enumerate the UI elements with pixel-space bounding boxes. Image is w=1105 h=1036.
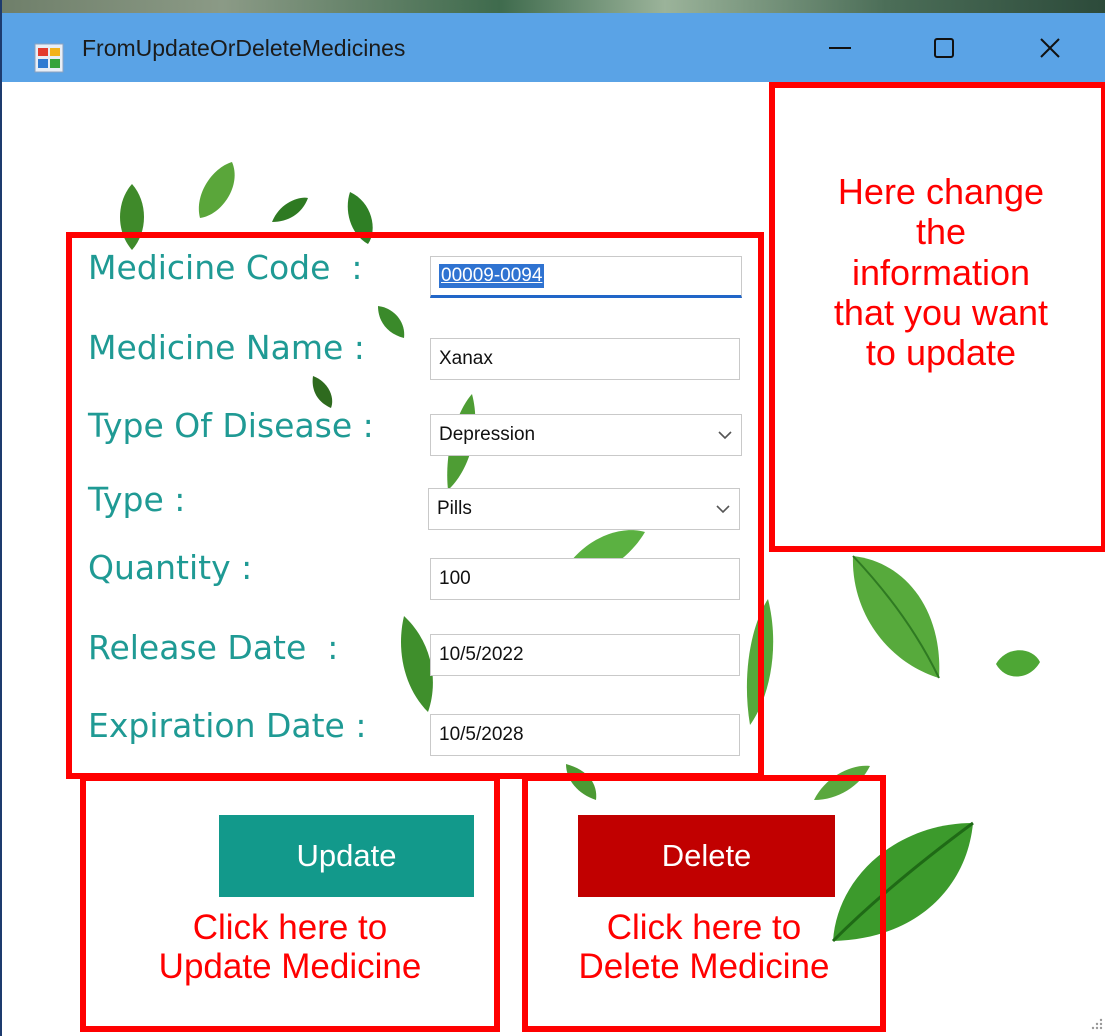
disease-type-label: Type Of Disease : [88,406,374,445]
close-button[interactable] [1030,33,1070,63]
maximize-icon [934,38,954,58]
minimize-button[interactable] [820,33,860,63]
chevron-down-icon [716,505,730,514]
release-date-label: Release Date : [88,628,339,667]
info-note-line: that you want [833,291,1049,333]
type-select[interactable]: Pills [428,488,740,530]
leaf-icon [198,162,235,218]
medicine-code-label: Medicine Code : [88,248,363,287]
title-bar[interactable]: FromUpdateOrDeleteMedicines [2,13,1105,82]
update-note-text: Click here to Update Medicine [92,908,488,986]
delete-button[interactable]: Delete [578,815,835,897]
expiration-date-value: 10/5/2028 [439,724,524,745]
app-icon [34,43,64,73]
expiration-date-input[interactable]: 10/5/2028 [430,714,740,756]
quantity-label: Quantity : [88,548,253,587]
disease-type-select[interactable]: Depression [430,414,742,456]
medicine-code-input[interactable]: 00009-0094 [430,256,742,298]
release-date-input[interactable]: 10/5/2022 [430,634,740,676]
delete-note-line: Click here to [606,908,802,947]
info-note-text: Here change the information that you wan… [782,171,1100,374]
delete-note-text: Click here to Delete Medicine [530,908,878,986]
delete-note-highlight [522,775,886,1032]
update-note-line: Update Medicine [158,947,422,987]
medicine-name-value: Xanax [439,348,493,369]
quantity-input[interactable]: 100 [430,558,740,600]
type-value: Pills [437,498,472,519]
delete-note-line: Delete Medicine [578,947,830,987]
release-date-value: 10/5/2022 [439,644,524,665]
chevron-down-icon [718,431,732,440]
quantity-value: 100 [439,568,471,589]
app-window: FromUpdateOrDeleteMedicines Medicine Cod… [0,0,1105,1036]
minimize-icon [829,47,851,49]
update-button[interactable]: Update [219,815,474,897]
medicine-name-label: Medicine Name : [88,328,365,367]
medicine-name-input[interactable]: Xanax [430,338,740,380]
type-label: Type : [88,480,186,519]
form-client-area: Medicine Code : 00009-0094 Medicine Name… [2,82,1105,1036]
resize-grip-icon[interactable] [1089,1016,1103,1030]
update-note-line: Click here to [192,908,388,947]
leaf-icon [272,197,308,222]
info-note-line: Here change [837,171,1045,212]
info-note-line: information [851,251,1031,293]
close-icon [1040,38,1060,58]
medicine-code-value: 00009-0094 [439,264,545,288]
update-note-highlight [80,775,500,1032]
window-title: FromUpdateOrDeleteMedicines [82,35,406,61]
info-note-line: the [915,211,967,253]
maximize-button[interactable] [924,33,964,63]
leaf-icon [852,555,940,679]
info-note-line: to update [865,332,1017,374]
background-strip [2,0,1105,13]
expiration-date-label: Expiration Date : [88,706,367,745]
disease-type-value: Depression [439,424,536,445]
leaf-icon [996,650,1040,677]
